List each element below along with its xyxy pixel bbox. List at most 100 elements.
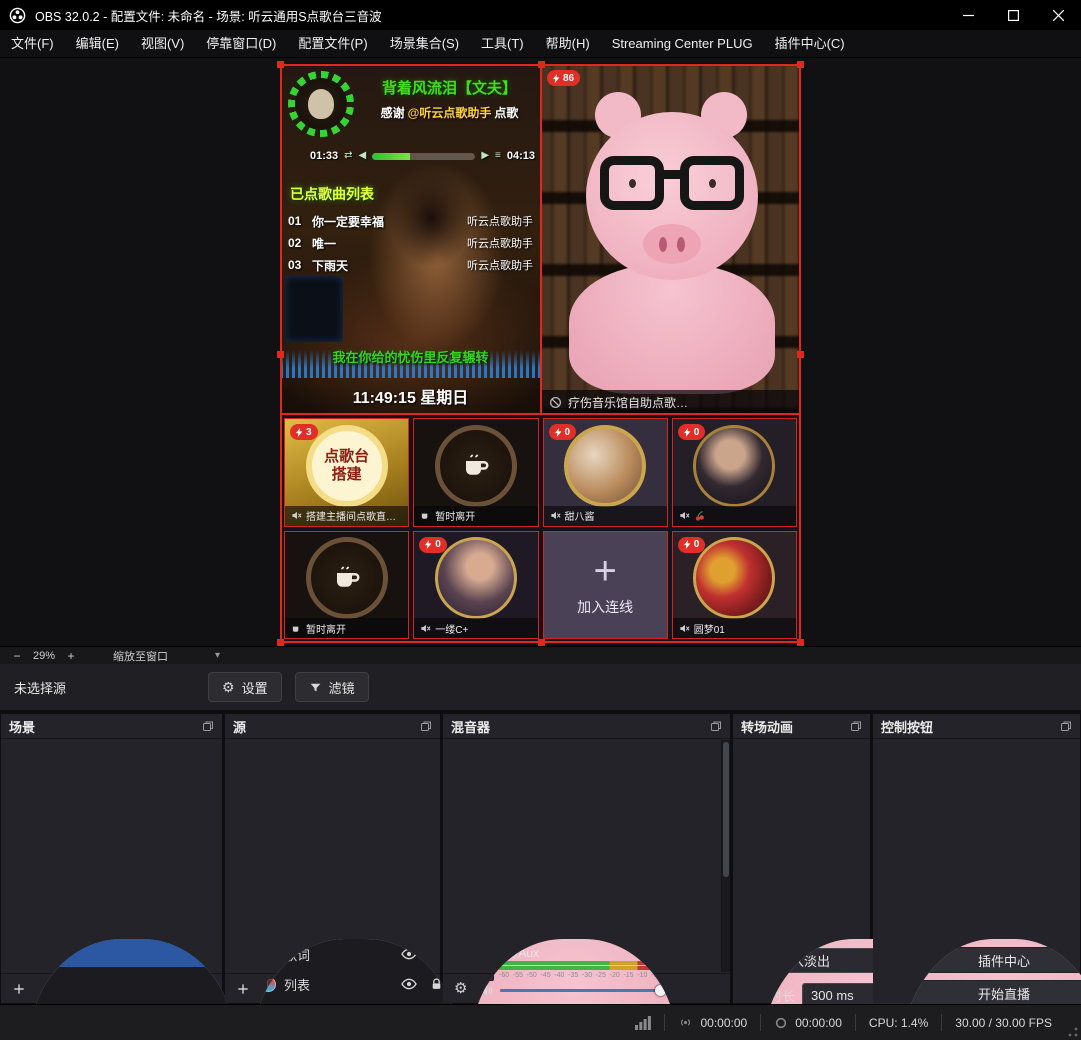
mixer-scrollbar[interactable] — [721, 740, 730, 972]
controls-dock: 控制按钮 插件中心 开始直播 开始录制 启动虚拟摄像机 ⚙ 工作室模式 设置 退… — [873, 714, 1080, 1003]
popout-icon[interactable] — [1060, 720, 1072, 732]
tile-away[interactable]: 暂时离开 — [413, 418, 538, 527]
add-source-button[interactable] — [234, 980, 252, 998]
playlist-icon: ≡ — [495, 151, 501, 161]
menu-item[interactable]: 帮助(H) — [535, 30, 601, 57]
bolt-icon — [553, 73, 560, 84]
resize-handle[interactable] — [277, 61, 284, 68]
resize-handle[interactable] — [797, 639, 804, 646]
duration-label: 时长 — [769, 986, 795, 1005]
menu-item[interactable]: 工具(T) — [470, 30, 535, 57]
playlist-row: 03 下雨天 听云点歌助手 — [288, 254, 533, 276]
resize-handle[interactable] — [277, 639, 284, 646]
menu-item[interactable]: Streaming Center PLUG — [601, 30, 764, 57]
guest-avatar — [693, 537, 775, 619]
resize-handle[interactable] — [797, 351, 804, 358]
viewer-badge: 86 — [547, 70, 580, 86]
popout-icon[interactable] — [710, 720, 722, 732]
mixer-channel-mic: 麦克风/Aux 0.0 dB ⋮ -60-55-50-45-40-35-30-2… — [479, 944, 665, 998]
tile-caption — [673, 506, 796, 526]
source-row[interactable]: 列表 — [253, 969, 459, 999]
album-photo — [308, 89, 334, 119]
menu-item[interactable]: 配置文件(P) — [287, 30, 378, 57]
tile-songbooth[interactable]: 3 点歌台 搭建 搭建主播间点歌直… — [284, 418, 409, 527]
source-row[interactable]: 歌词 — [253, 939, 459, 969]
viewer-badge: 0 — [549, 424, 577, 440]
tile-guest[interactable]: 0 甜八酱 — [543, 418, 668, 527]
tile-caption: 圆梦01 — [673, 618, 796, 638]
scene-item[interactable]: 场景 — [29, 939, 235, 967]
tile-away[interactable]: 暂时离开 — [284, 531, 409, 640]
start-streaming-button[interactable]: 开始直播 — [911, 980, 1081, 1006]
resize-handle[interactable] — [797, 61, 804, 68]
minimize-button[interactable] — [946, 0, 991, 30]
pig-snout — [643, 224, 701, 264]
popout-icon[interactable] — [420, 720, 432, 732]
tile-guest[interactable]: 0 一缕C+ — [413, 531, 538, 640]
resize-handle[interactable] — [538, 639, 545, 646]
coffee-icon — [420, 510, 431, 521]
prev-icon: ◀ — [359, 151, 367, 161]
lock-icon[interactable] — [430, 978, 443, 991]
gear-icon: ⚙ — [222, 680, 235, 694]
menu-item[interactable]: 插件中心(C) — [764, 30, 856, 57]
maximize-button[interactable] — [991, 0, 1036, 30]
status-bar: 00:00:00 00:00:00 CPU: 1.4% 30.00 / 30.0… — [0, 1004, 1081, 1040]
sources-dock: 源 歌词 列表 烟花 — [225, 714, 440, 1003]
source-properties-button[interactable]: ⚙ 设置 — [208, 672, 282, 702]
menu-item[interactable]: 文件(F) — [0, 30, 65, 57]
advanced-audio-button[interactable]: ⚙ — [452, 979, 469, 998]
shuffle-icon: ⇄ — [344, 151, 352, 161]
tile-guest[interactable]: 0 圆梦01 — [672, 531, 797, 640]
program-canvas[interactable]: 背着风流泪【文夫】 感谢@听云点歌助手点歌 01:33 ⇄ ◀ ▶ ≡ 04:1… — [280, 64, 801, 643]
tile-join-link[interactable]: + 加入连线 — [543, 531, 668, 640]
mixer-title: 混音器 — [451, 717, 490, 736]
visibility-eye-icon[interactable] — [401, 946, 417, 962]
transitions-dock: 转场动画 淡入淡出 ▾ 时长 300 ms ▴ ▾ — [733, 714, 870, 1003]
menu-item[interactable]: 停靠窗口(D) — [195, 30, 287, 57]
selection-divider-horizontal — [280, 413, 801, 415]
coffee-avatar — [435, 425, 517, 507]
add-scene-button[interactable] — [10, 980, 28, 998]
popout-icon[interactable] — [850, 720, 862, 732]
fit-to-window-label[interactable]: 缩放至窗口 — [113, 648, 168, 664]
tile-caption: 甜八酱 — [544, 506, 667, 526]
menu-item[interactable]: 视图(V) — [130, 30, 195, 57]
lock-icon[interactable] — [430, 948, 443, 961]
guest-avatar — [564, 425, 646, 507]
tile-caption: 一缕C+ — [414, 618, 537, 638]
time-current: 01:33 — [310, 150, 338, 162]
viewer-badge: 0 — [678, 537, 706, 553]
visibility-eye-icon[interactable] — [401, 976, 417, 992]
source-filters-button[interactable]: 滤镜 — [295, 672, 369, 702]
join-label: 加入连线 — [577, 597, 633, 617]
plugin-center-button[interactable]: 插件中心 — [911, 947, 1081, 973]
browser-source-icon — [261, 977, 276, 992]
volume-slider[interactable] — [500, 983, 665, 997]
progress-fill — [372, 153, 410, 160]
slider-handle[interactable] — [655, 985, 666, 996]
zoom-in-button[interactable]: + — [64, 650, 78, 662]
fps-readout: 30.00 / 30.00 FPS — [942, 1016, 1065, 1030]
sources-title: 源 — [233, 717, 246, 736]
filter-icon — [309, 681, 322, 694]
popout-icon[interactable] — [202, 720, 214, 732]
close-button[interactable] — [1036, 0, 1081, 30]
caret-down-icon[interactable]: ▾ — [215, 650, 220, 661]
music-overlay-region[interactable]: 背着风流泪【文夫】 感谢@听云点歌助手点歌 01:33 ⇄ ◀ ▶ ≡ 04:1… — [280, 64, 541, 414]
guest-avatar — [693, 425, 775, 507]
zoom-out-button[interactable]: − — [10, 650, 24, 662]
resize-grip[interactable] — [1068, 1027, 1078, 1037]
playlist: 01 你一定要幸福 听云点歌助手 02 唯一 听云点歌助手 03 下雨天 听云点… — [288, 210, 533, 276]
broadcast-icon — [678, 1015, 693, 1030]
preview-area[interactable]: 背着风流泪【文夫】 感谢@听云点歌助手点歌 01:33 ⇄ ◀ ▶ ≡ 04:1… — [0, 58, 1081, 646]
mute-icon — [420, 623, 431, 634]
menu-item[interactable]: 场景集合(S) — [379, 30, 470, 57]
resize-handle[interactable] — [277, 351, 284, 358]
menu-item[interactable]: 编辑(E) — [65, 30, 130, 57]
tile-guest[interactable]: 0 — [672, 418, 797, 527]
obs-logo-icon — [9, 7, 26, 24]
resize-handle[interactable] — [538, 61, 545, 68]
camera-region[interactable]: 86 疗伤音乐馆自助点歌… — [541, 64, 801, 414]
obs-window: OBS 32.0.2 - 配置文件: 未命名 - 场景: 听云通用S点歌台三音波… — [0, 0, 1081, 1040]
